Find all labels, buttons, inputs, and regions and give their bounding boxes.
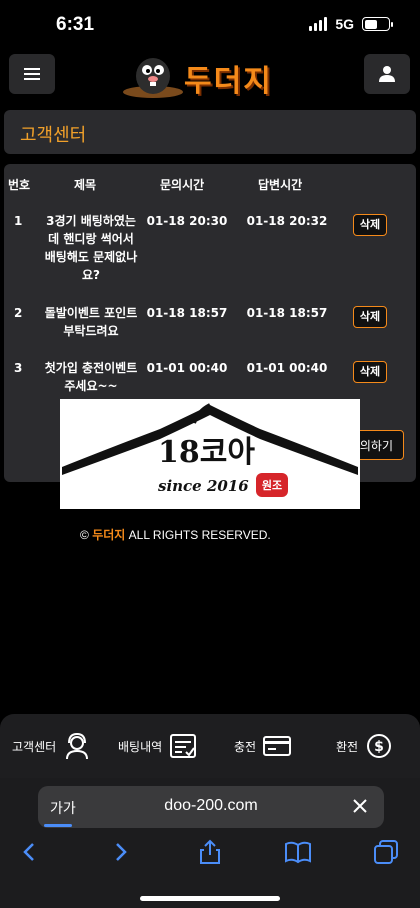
share-icon[interactable]	[196, 838, 224, 866]
row-title[interactable]: 3경기 배팅하였는데 핸디랑 썩어서 배팅해도 문제없나요?	[42, 212, 140, 284]
watermark-overlay: 18코아 since 2016 원조	[60, 399, 360, 509]
bottom-nav: 고객센터 배팅내역 충전 환전 $	[0, 714, 420, 778]
signal-icon	[309, 17, 328, 31]
copyright-symbol: ©	[80, 528, 89, 542]
copyright-rights: ALL RIGHTS RESERVED.	[128, 528, 271, 542]
close-icon[interactable]	[348, 794, 372, 818]
url-text[interactable]: doo-200.com	[38, 797, 384, 815]
delete-button[interactable]: 삭제	[353, 306, 387, 328]
page-title-panel: 고객센터	[4, 110, 416, 154]
column-header-asked-time: 문의시간	[160, 178, 205, 192]
delete-button[interactable]: 삭제	[353, 214, 387, 236]
watermark-since: since 2016	[158, 477, 249, 495]
status-bar: 6:31 5G	[0, 0, 420, 50]
user-button[interactable]	[364, 54, 410, 94]
row-title[interactable]: 돌발이벤트 포인트 부탁드려요	[42, 304, 140, 340]
watermark-badge: 원조	[256, 473, 288, 497]
home-indicator	[140, 896, 280, 901]
page-title: 고객센터	[20, 125, 87, 146]
delete-button[interactable]: 삭제	[353, 361, 387, 383]
forward-icon[interactable]	[106, 838, 134, 866]
nav-label: 환전	[336, 739, 359, 754]
column-header-answered-time: 답변시간	[258, 178, 303, 192]
row-title[interactable]: 첫가입 충전이벤트주세요~~	[42, 359, 140, 395]
row-asked-time: 01-01 00:40	[146, 361, 228, 375]
row-asked-time: 01-18 20:30	[146, 214, 228, 228]
bookmarks-icon[interactable]	[284, 838, 312, 866]
site-logo[interactable]: 두더지	[122, 50, 302, 99]
nav-item-exchange[interactable]: 환전 $	[336, 714, 394, 778]
card-icon	[263, 736, 292, 756]
nav-label: 충전	[234, 739, 257, 754]
battery-icon	[362, 17, 393, 31]
copyright-brand: 두더지	[92, 528, 126, 542]
nav-item-charge[interactable]: 충전	[234, 714, 292, 778]
user-icon	[379, 66, 395, 82]
row-answered-time: 01-18 18:57	[246, 306, 328, 320]
column-header-title: 제목	[74, 178, 97, 192]
row-number: 1	[14, 214, 23, 228]
copyright: © 두더지 ALL RIGHTS RESERVED.	[80, 526, 271, 543]
url-bar[interactable]: 가가 doo-200.com	[38, 786, 384, 828]
svg-text:$: $	[374, 739, 384, 755]
checklist-icon	[170, 734, 197, 758]
site-header: 두더지	[0, 50, 420, 102]
row-number: 3	[14, 361, 23, 375]
nav-label: 고객센터	[12, 739, 57, 754]
nav-item-betting-history[interactable]: 배팅내역	[118, 714, 198, 778]
browser-toolbar: 가가 doo-200.com	[0, 778, 420, 908]
watermark-brand: 18코아	[158, 435, 255, 470]
row-answered-time: 01-18 20:32	[246, 214, 328, 228]
row-number: 2	[14, 306, 23, 320]
mole-mascot-icon	[123, 58, 183, 98]
menu-button[interactable]	[9, 54, 55, 94]
status-time: 6:31	[56, 14, 95, 35]
dollar-exchange-icon: $	[367, 734, 392, 758]
tabs-icon[interactable]	[372, 838, 400, 866]
hamburger-icon	[24, 65, 40, 83]
network-type: 5G	[335, 16, 354, 32]
back-icon[interactable]	[16, 838, 44, 866]
nav-label: 배팅내역	[118, 739, 163, 754]
row-asked-time: 01-18 18:57	[146, 306, 228, 320]
column-header-number: 번호	[8, 178, 31, 192]
logo-text: 두더지	[184, 64, 273, 99]
row-answered-time: 01-01 00:40	[246, 361, 328, 375]
headset-icon	[66, 732, 89, 760]
nav-item-customer-center[interactable]: 고객센터	[12, 714, 92, 778]
